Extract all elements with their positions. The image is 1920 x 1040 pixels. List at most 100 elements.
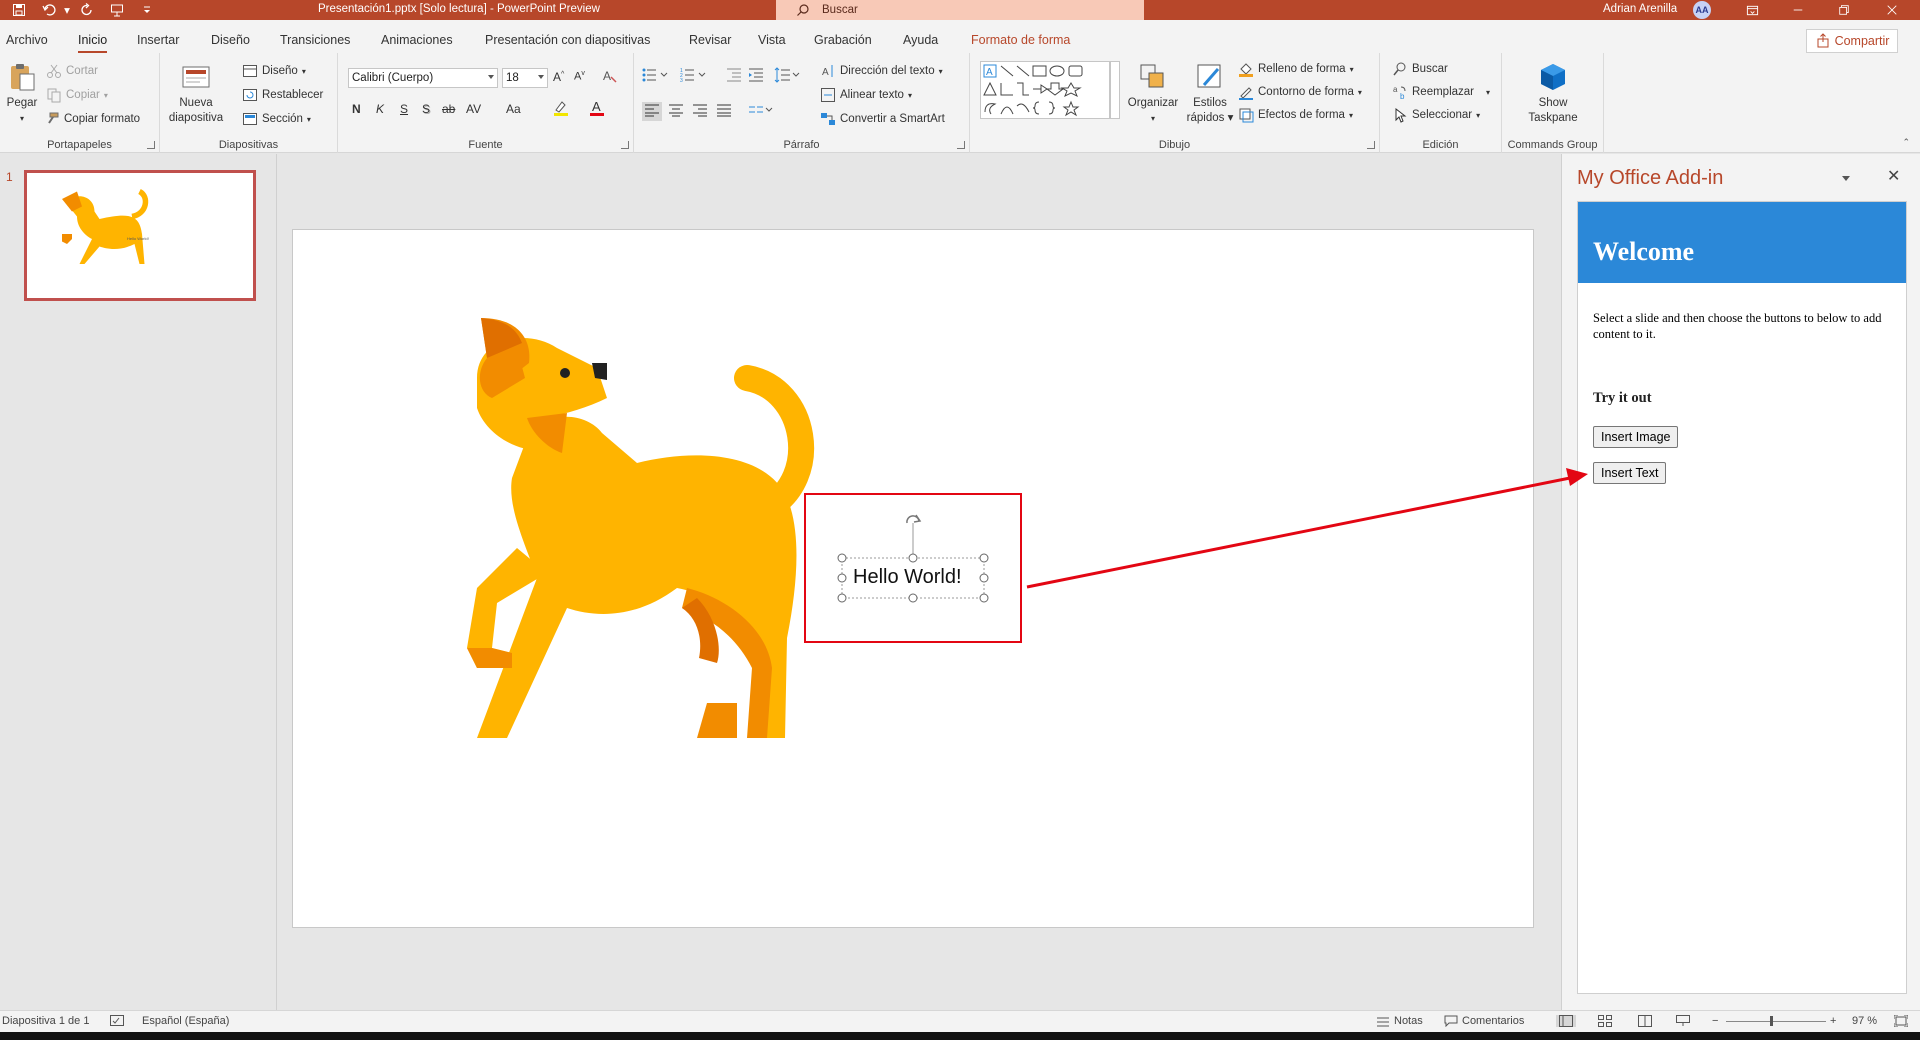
language-status[interactable]: Español (España) — [142, 1015, 229, 1027]
align-center-icon[interactable] — [668, 103, 684, 120]
section-button[interactable]: Sección ▾ — [242, 111, 311, 127]
restore-icon[interactable] — [1824, 0, 1864, 20]
replace-button[interactable]: ab Reemplazar ▾ — [1392, 84, 1490, 100]
tab-archivo[interactable]: Archivo — [6, 33, 48, 47]
clear-format-icon[interactable]: A — [602, 68, 618, 87]
shadow-button[interactable]: S — [422, 102, 430, 116]
numbering-icon[interactable]: 123 — [680, 67, 708, 86]
shape-effects-button[interactable]: Efectos de forma ▾ — [1238, 107, 1353, 123]
underline-button[interactable]: S — [400, 102, 408, 116]
font-size-dropdown[interactable]: 18 — [502, 68, 548, 88]
dialog-launcher-icon[interactable] — [957, 141, 965, 149]
slide-sorter-icon[interactable] — [1598, 1015, 1612, 1027]
highlight-color-icon[interactable] — [552, 99, 570, 120]
tab-inicio[interactable]: Inicio — [78, 33, 108, 53]
reset-button[interactable]: Restablecer — [242, 87, 323, 103]
justify-icon[interactable] — [716, 103, 732, 120]
font-color-icon[interactable]: A — [588, 99, 606, 120]
align-left-icon[interactable] — [642, 102, 662, 121]
smartart-button[interactable]: Convertir a SmartArt — [820, 111, 945, 127]
dialog-launcher-icon[interactable] — [621, 141, 629, 149]
fit-to-window-icon[interactable] — [1894, 1015, 1908, 1027]
zoom-out-icon[interactable]: − — [1712, 1015, 1718, 1027]
redo-icon[interactable] — [78, 2, 96, 18]
present-icon[interactable] — [108, 2, 126, 18]
font-name-dropdown[interactable]: Calibri (Cuerpo) — [348, 68, 498, 88]
slide-thumbnail[interactable]: Hello World! — [24, 170, 256, 301]
increase-font-icon[interactable]: A^ — [553, 70, 564, 84]
brush-icon — [48, 112, 59, 124]
show-taskpane-button[interactable]: Show Taskpane — [1514, 61, 1592, 126]
tab-insertar[interactable]: Insertar — [137, 33, 179, 47]
zoom-slider-thumb[interactable] — [1770, 1016, 1773, 1026]
shape-outline-button[interactable]: Contorno de forma ▾ — [1238, 84, 1362, 100]
find-button[interactable]: Buscar — [1392, 61, 1448, 77]
shapes-gallery[interactable]: A — [980, 61, 1110, 119]
tab-presentacion[interactable]: Presentación con diapositivas — [485, 33, 650, 47]
zoom-level[interactable]: 97 % — [1852, 1015, 1877, 1027]
cut-button[interactable]: Cortar — [46, 63, 98, 79]
dialog-launcher-icon[interactable] — [1367, 141, 1375, 149]
collapse-ribbon-icon[interactable]: ⌃ — [1902, 137, 1910, 148]
show-taskpane-label-1: Show — [1538, 97, 1568, 109]
increase-indent-icon[interactable] — [748, 67, 764, 86]
tab-grabacion[interactable]: Grabación — [814, 33, 872, 47]
decrease-font-icon[interactable]: Av — [574, 70, 585, 83]
decrease-indent-icon[interactable] — [726, 67, 742, 86]
char-spacing-button[interactable]: AV — [466, 102, 481, 116]
close-icon[interactable]: ✕ — [1887, 166, 1900, 186]
align-text-button[interactable]: Alinear texto ▾ — [820, 87, 912, 103]
tab-revisar[interactable]: Revisar — [689, 33, 731, 47]
save-icon[interactable] — [10, 2, 28, 18]
slide-text[interactable]: Hello World! — [853, 566, 962, 589]
tab-ayuda[interactable]: Ayuda — [903, 33, 938, 47]
accessibility-icon[interactable] — [110, 1015, 124, 1027]
bullets-icon[interactable] — [642, 67, 670, 86]
search-box[interactable]: Buscar — [776, 0, 1144, 20]
tab-transiciones[interactable]: Transiciones — [280, 33, 350, 47]
text-direction-button[interactable]: A Dirección del texto ▾ — [820, 63, 943, 79]
tab-diseno[interactable]: Diseño — [211, 33, 250, 47]
dialog-launcher-icon[interactable] — [147, 141, 155, 149]
gallery-scroll[interactable] — [1110, 61, 1120, 119]
copy-button[interactable]: Copiar ▾ — [46, 87, 108, 103]
quick-styles-button[interactable]: Estilos rápidos ▾ — [1182, 61, 1238, 126]
customize-toolbar-icon[interactable] — [138, 2, 156, 18]
tab-animaciones[interactable]: Animaciones — [381, 33, 453, 47]
insert-image-button[interactable]: Insert Image — [1593, 426, 1679, 448]
shape-fill-button[interactable]: Relleno de forma ▾ — [1238, 61, 1354, 77]
italic-button[interactable]: K — [376, 102, 384, 116]
reading-view-icon[interactable] — [1638, 1015, 1652, 1027]
minimize-icon[interactable] — [1778, 0, 1818, 20]
zoom-slider[interactable] — [1726, 1021, 1826, 1022]
avatar[interactable]: AA — [1693, 1, 1711, 19]
task-pane-options-icon[interactable] — [1842, 176, 1850, 181]
line-spacing-icon[interactable] — [774, 67, 800, 86]
format-painter-button[interactable]: Copiar formato — [44, 111, 140, 127]
new-slide-button[interactable]: Nueva diapositiva — [166, 61, 226, 126]
find-label: Buscar — [1412, 63, 1448, 75]
tab-formato-de-forma[interactable]: Formato de forma — [971, 33, 1070, 47]
layout-button[interactable]: Diseño ▾ — [242, 63, 306, 79]
insert-text-button[interactable]: Insert Text — [1593, 462, 1667, 484]
close-icon[interactable] — [1872, 0, 1912, 20]
align-right-icon[interactable] — [692, 103, 708, 120]
user-name[interactable]: Adrian Arenilla — [1603, 3, 1677, 15]
notes-button[interactable]: Notas — [1376, 1015, 1423, 1027]
undo-icon[interactable] — [40, 2, 58, 18]
strikethrough-button[interactable]: ab — [442, 102, 455, 116]
zoom-in-icon[interactable]: + — [1830, 1015, 1836, 1027]
normal-view-icon[interactable] — [1556, 1015, 1576, 1027]
change-case-button[interactable]: Aa — [506, 102, 521, 116]
comments-button[interactable]: Comentarios — [1444, 1015, 1524, 1027]
arrange-button[interactable]: Organizar ▾ — [1126, 61, 1180, 126]
tab-vista[interactable]: Vista — [758, 33, 786, 47]
undo-dropdown-icon[interactable]: ▾ — [58, 2, 76, 18]
ribbon-display-icon[interactable] — [1732, 0, 1772, 20]
select-button[interactable]: Seleccionar ▾ — [1392, 107, 1480, 123]
paste-button[interactable]: Pegar ▾ — [4, 61, 40, 126]
slideshow-view-icon[interactable] — [1676, 1015, 1690, 1027]
bold-button[interactable]: N — [352, 102, 361, 116]
share-button[interactable]: Compartir — [1806, 29, 1898, 53]
columns-icon[interactable] — [748, 103, 774, 120]
